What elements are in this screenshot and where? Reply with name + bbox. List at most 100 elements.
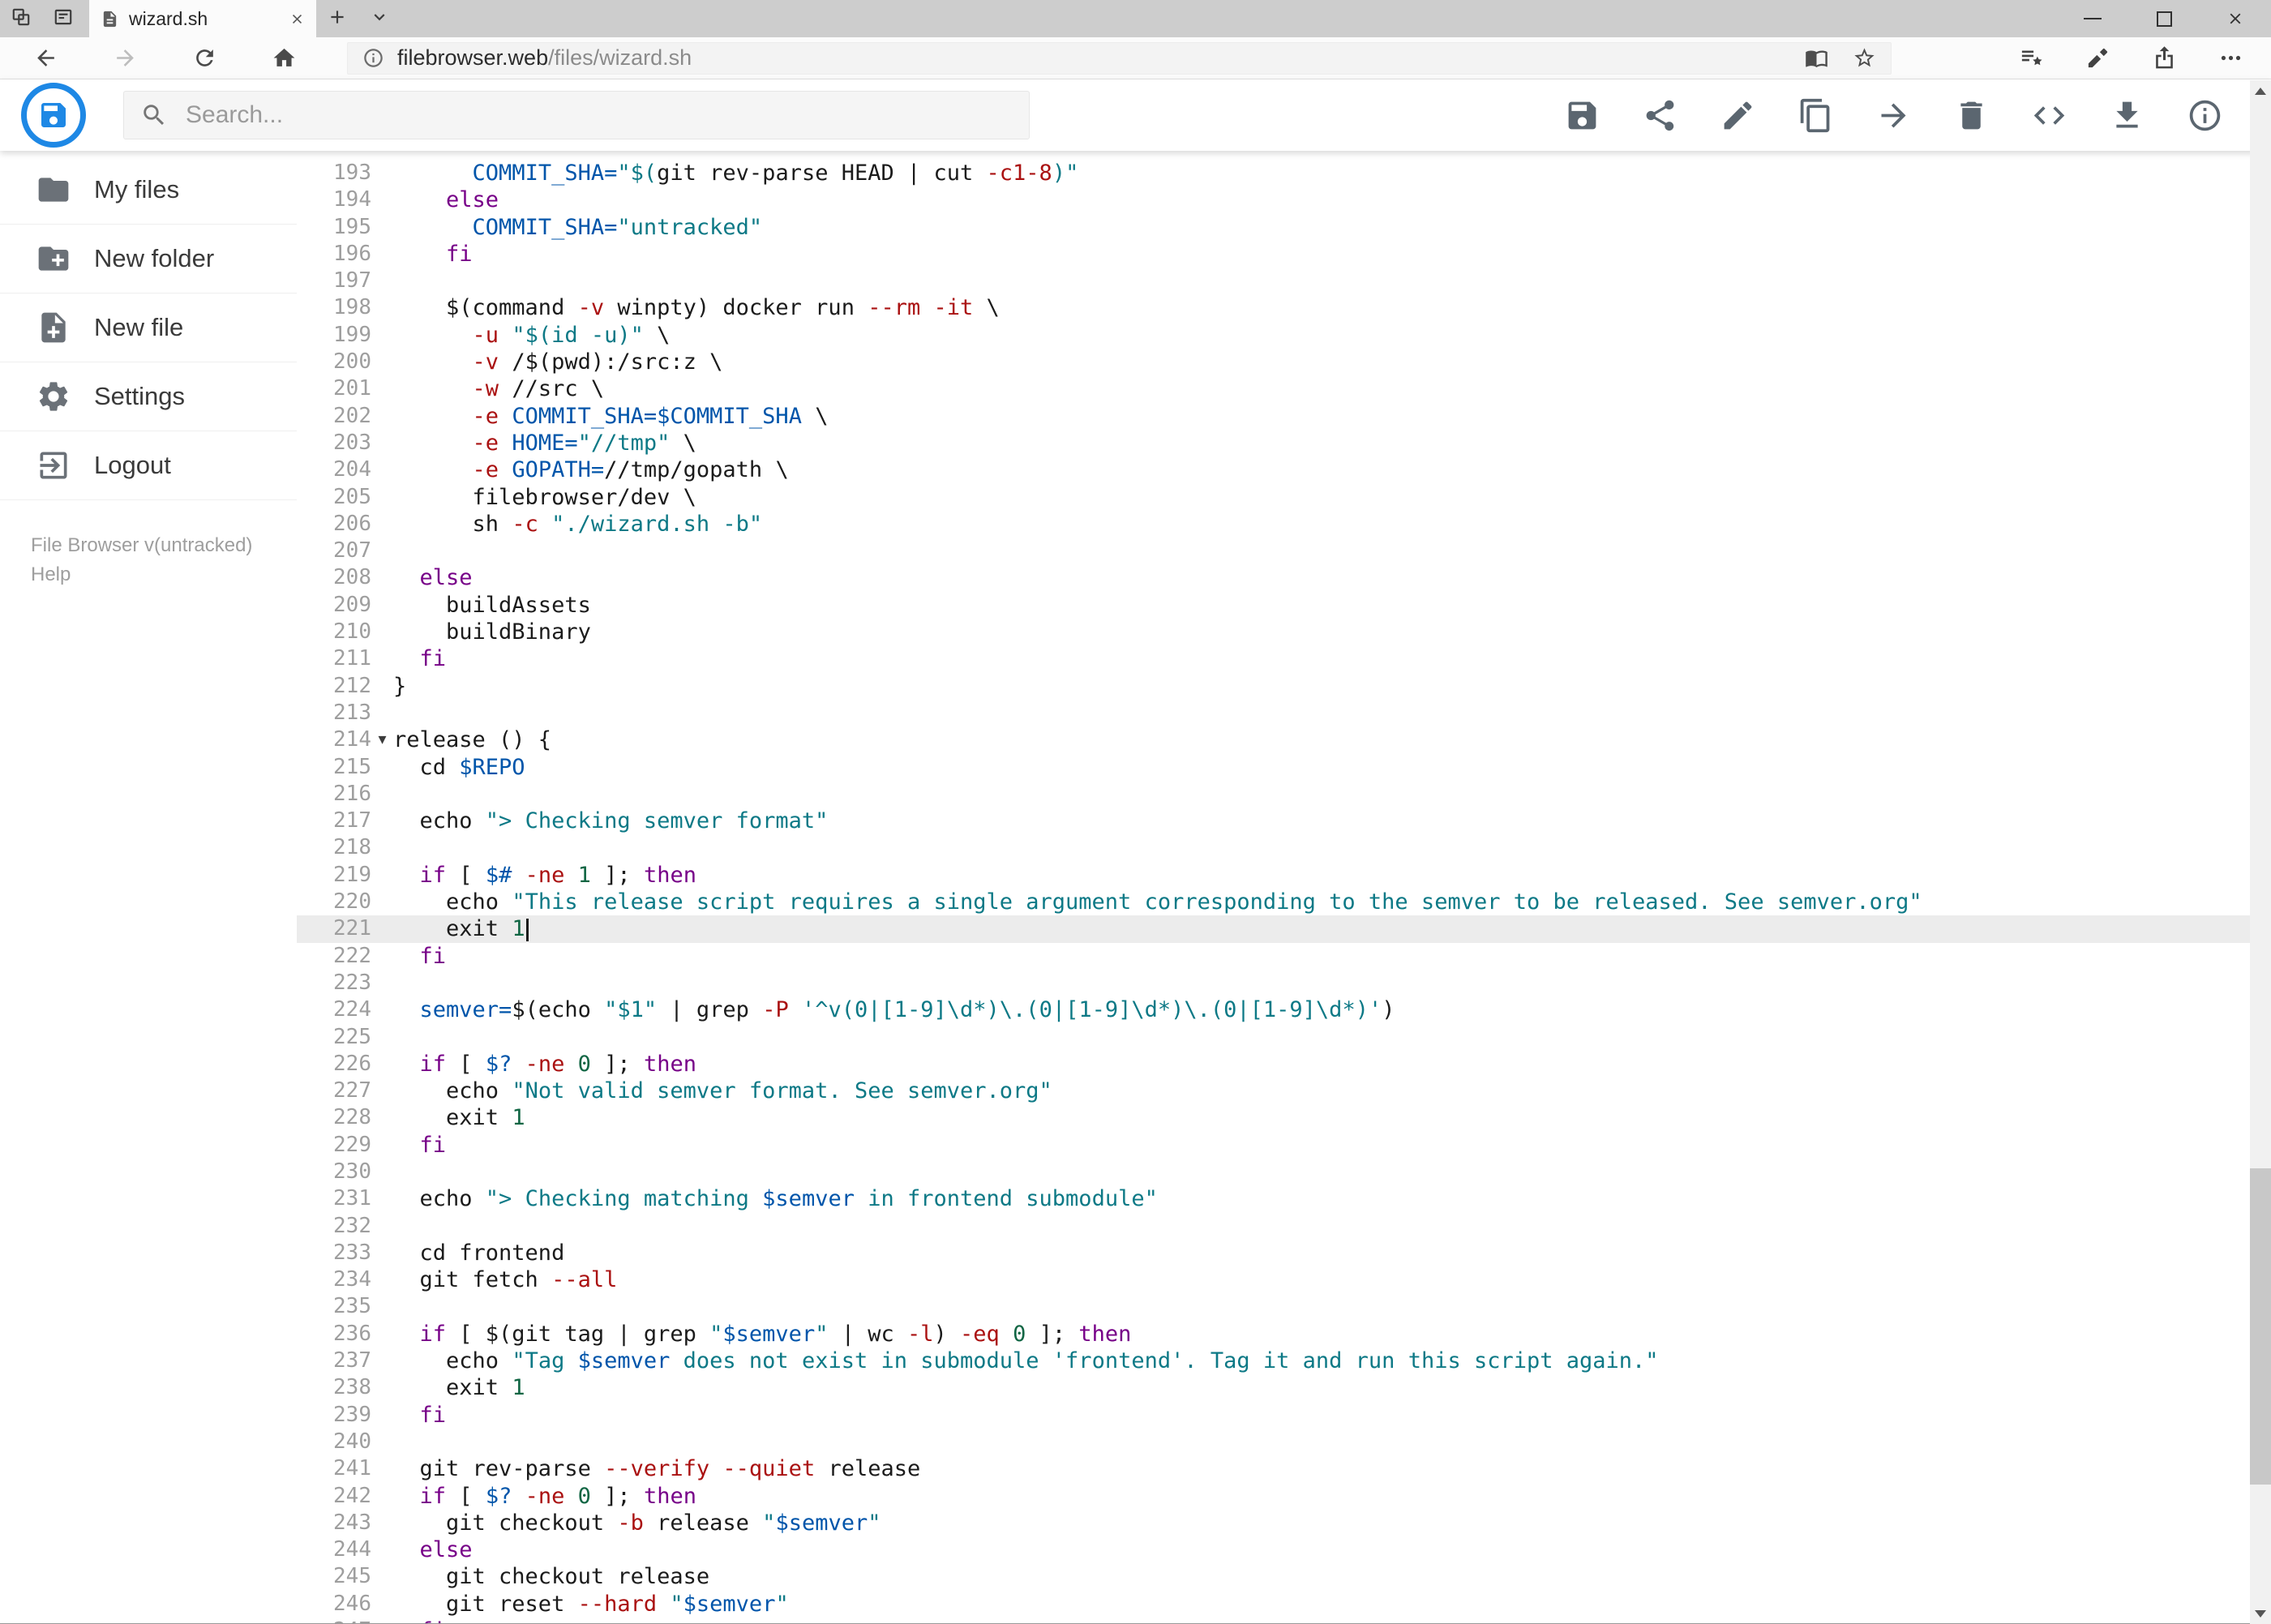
code-line-197[interactable]: 197 [297,268,2271,294]
code-line-204[interactable]: 204 -e GOPATH=//tmp/gopath \ [297,456,2271,483]
download-button[interactable] [2107,96,2146,135]
web-note-button[interactable] [2078,39,2117,78]
code-line-221[interactable]: 221 exit 1 [297,915,2271,943]
code-line-235[interactable]: 235 [297,1293,2271,1320]
hub-button[interactable] [2012,39,2050,78]
code-line-195[interactable]: 195 COMMIT_SHA="untracked" [297,214,2271,241]
code-line-247[interactable]: 247 fi [297,1618,2271,1623]
share-page-button[interactable] [2145,39,2183,78]
info-button[interactable] [2185,96,2224,135]
tab-list-button[interactable] [358,0,401,37]
code-line-231[interactable]: 231 echo "> Checking matching $semver in… [297,1185,2271,1212]
maximize-button[interactable] [2128,0,2200,37]
code-line-225[interactable]: 225 [297,1024,2271,1051]
code-line-240[interactable]: 240 [297,1429,2271,1455]
reading-view-icon[interactable] [1805,46,1828,70]
refresh-button[interactable] [183,37,225,79]
help-link[interactable]: Help [31,560,297,589]
code-line-208[interactable]: 208 else [297,564,2271,591]
delete-button[interactable] [1952,96,1990,135]
code-line-239[interactable]: 239 fi [297,1402,2271,1429]
code-line-203[interactable]: 203 -e HOME="//tmp" \ [297,430,2271,456]
sidebar-item-new-file[interactable]: New file [0,294,297,362]
code-line-194[interactable]: 194 else [297,186,2271,213]
filebrowser-logo[interactable] [21,83,86,148]
sidebar-item-my-files[interactable]: My files [0,156,297,225]
raw-code-button[interactable] [2029,96,2068,135]
more-button[interactable] [2211,39,2250,78]
code-line-223[interactable]: 223 [297,970,2271,996]
code-line-211[interactable]: 211 fi [297,645,2271,672]
move-button[interactable] [1874,96,1913,135]
code-line-202[interactable]: 202 -e COMMIT_SHA=$COMMIT_SHA \ [297,403,2271,430]
sidebar-item-settings[interactable]: Settings [0,362,297,431]
code-line-242[interactable]: 242 if [ $? -ne 0 ]; then [297,1483,2271,1510]
rename-button[interactable] [1718,96,1757,135]
page-scrollbar[interactable] [2250,80,2271,1624]
favorite-star-icon[interactable] [1853,46,1876,70]
code-line-220[interactable]: 220 echo "This release script requires a… [297,889,2271,915]
code-line-243[interactable]: 243 git checkout -b release "$semver" [297,1510,2271,1536]
code-line-215[interactable]: 215 cd $REPO [297,754,2271,781]
code-line-210[interactable]: 210 buildBinary [297,619,2271,645]
code-line-238[interactable]: 238 exit 1 [297,1374,2271,1401]
share-button[interactable] [1640,96,1679,135]
code-line-222[interactable]: 222 fi [297,943,2271,970]
code-line-233[interactable]: 233 cd frontend [297,1240,2271,1266]
code-line-200[interactable]: 200 -v /$(pwd):/src:z \ [297,349,2271,375]
show-set-aside-tabs-button[interactable] [42,0,84,37]
code-line-206[interactable]: 206 sh -c "./wizard.sh -b" [297,511,2271,538]
code-line-207[interactable]: 207 [297,538,2271,564]
code-line-196[interactable]: 196 fi [297,241,2271,268]
scrollbar-up-button[interactable] [2250,80,2271,101]
code-line-199[interactable]: 199 -u "$(id -u)" \ [297,322,2271,349]
search-input[interactable] [186,101,1013,129]
code-line-217[interactable]: 217 echo "> Checking semver format" [297,808,2271,834]
copy-button[interactable] [1796,96,1835,135]
code-line-219[interactable]: 219 if [ $# -ne 1 ]; then [297,862,2271,889]
sidebar-item-new-folder[interactable]: New folder [0,225,297,294]
address-input[interactable]: filebrowser.web/files/wizard.sh [347,41,1892,75]
scrollbar-down-button[interactable] [2250,1603,2271,1624]
code-line-224[interactable]: 224 semver=$(echo "$1" | grep -P '^v(0|[… [297,996,2271,1023]
back-button[interactable] [24,37,66,79]
code-line-226[interactable]: 226 if [ $? -ne 0 ]; then [297,1051,2271,1078]
minimize-button[interactable] [2057,0,2128,37]
code-line-227[interactable]: 227 echo "Not valid semver format. See s… [297,1078,2271,1104]
site-info-icon[interactable] [362,47,384,69]
code-line-209[interactable]: 209 buildAssets [297,592,2271,619]
fold-marker-icon[interactable]: ▾ [371,726,393,753]
save-button[interactable] [1562,96,1601,135]
code-line-237[interactable]: 237 echo "Tag $semver does not exist in … [297,1348,2271,1374]
search-box[interactable] [123,91,1030,139]
code-line-244[interactable]: 244 else [297,1536,2271,1563]
set-aside-tabs-button[interactable] [0,0,42,37]
code-line-230[interactable]: 230 [297,1159,2271,1185]
new-tab-button[interactable] [316,0,358,37]
forward-button[interactable] [104,37,146,79]
tab-close-icon[interactable] [289,11,305,27]
code-line-246[interactable]: 246 git reset --hard "$semver" [297,1591,2271,1618]
code-line-212[interactable]: 212} [297,673,2271,700]
code-line-236[interactable]: 236 if [ $(git tag | grep "$semver" | wc… [297,1321,2271,1348]
code-editor[interactable]: 193 COMMIT_SHA="$(git rev-parse HEAD | c… [297,151,2271,1623]
code-line-232[interactable]: 232 [297,1213,2271,1240]
browser-tab-wizard-sh[interactable]: wizard.sh [89,0,316,37]
code-line-198[interactable]: 198 $(command -v winpty) docker run --rm… [297,294,2271,321]
code-line-214[interactable]: 214 ▾ release () { [297,726,2271,753]
sidebar-item-logout[interactable]: Logout [0,431,297,500]
code-line-201[interactable]: 201 -w //src \ [297,375,2271,402]
code-line-193[interactable]: 193 COMMIT_SHA="$(git rev-parse HEAD | c… [297,160,2271,186]
home-button[interactable] [263,37,305,79]
code-line-218[interactable]: 218 [297,834,2271,861]
code-line-229[interactable]: 229 fi [297,1132,2271,1159]
code-line-205[interactable]: 205 filebrowser/dev \ [297,484,2271,511]
close-window-button[interactable] [2200,0,2271,37]
code-line-241[interactable]: 241 git rev-parse --verify --quiet relea… [297,1455,2271,1482]
code-line-245[interactable]: 245 git checkout release [297,1563,2271,1590]
scrollbar-thumb[interactable] [2250,1168,2271,1485]
code-line-216[interactable]: 216 [297,781,2271,808]
code-line-213[interactable]: 213 [297,700,2271,726]
code-line-234[interactable]: 234 git fetch --all [297,1266,2271,1293]
code-line-228[interactable]: 228 exit 1 [297,1104,2271,1131]
